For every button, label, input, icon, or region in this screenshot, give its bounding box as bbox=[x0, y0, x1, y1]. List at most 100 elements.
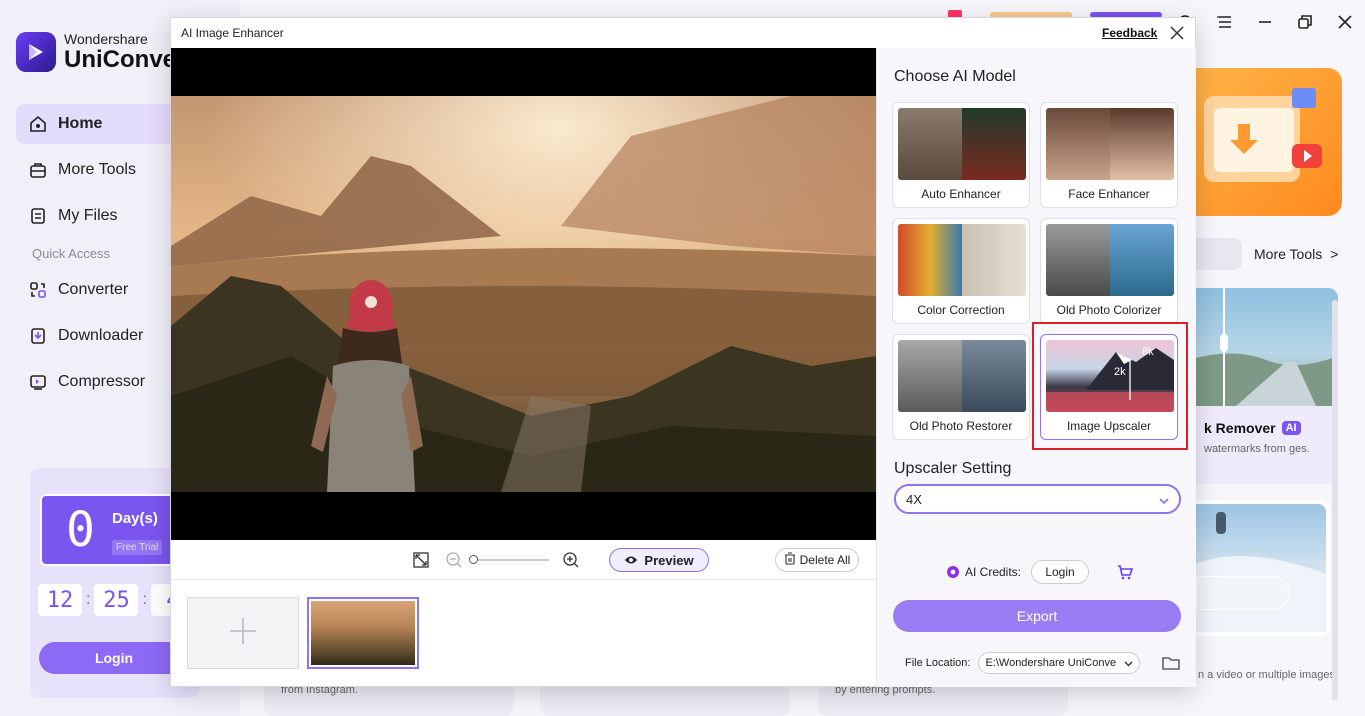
downloader-icon bbox=[28, 326, 48, 346]
zoom-slider[interactable] bbox=[469, 555, 549, 564]
fit-screen-icon[interactable] bbox=[411, 550, 431, 570]
export-button[interactable]: Export bbox=[893, 600, 1181, 632]
watermark-remover-card[interactable]: k Remover AI watermarks from ges. bbox=[1196, 288, 1338, 484]
ai-badge: AI bbox=[1281, 421, 1301, 435]
upscaler-setting-title: Upscaler Setting bbox=[894, 460, 1012, 477]
folder-icon[interactable] bbox=[1162, 655, 1181, 671]
timer-minutes: 25 bbox=[94, 584, 139, 616]
trial-days-label: Day(s) bbox=[112, 510, 158, 527]
trash-icon bbox=[784, 552, 796, 568]
chevron-down-icon bbox=[1124, 659, 1133, 671]
model-auto-enhancer[interactable]: Auto Enhancer bbox=[892, 102, 1030, 208]
ai-credits-row: AI Credits: Login bbox=[947, 560, 1134, 584]
watermark-remover-title-text: k Remover bbox=[1204, 420, 1276, 436]
compressor-icon bbox=[28, 372, 48, 392]
thumbnail-strip bbox=[171, 581, 876, 687]
model-label: Face Enhancer bbox=[1068, 187, 1150, 201]
sidebar-item-label: Converter bbox=[58, 281, 129, 298]
model-face-enhancer[interactable]: Face Enhancer bbox=[1040, 102, 1178, 208]
brand-line2: UniConve bbox=[64, 46, 177, 73]
trial-login-button[interactable]: Login bbox=[39, 642, 189, 674]
preview-image bbox=[171, 96, 876, 492]
file-location-label: File Location: bbox=[905, 657, 971, 669]
brand-line1: Wondershare bbox=[64, 31, 148, 47]
ai-image-enhancer-dialog: AI Image Enhancer Feedback Preview Delet… bbox=[170, 17, 1196, 687]
snow-card-desc: n a video or multiple images. bbox=[1198, 669, 1339, 681]
chevron-right-icon: > bbox=[1330, 246, 1339, 262]
cart-icon[interactable] bbox=[1117, 564, 1134, 580]
image-upscaler-highlight-box bbox=[1032, 322, 1188, 450]
snow-toggle-pill bbox=[1196, 576, 1290, 610]
color-correction-image bbox=[898, 224, 1026, 296]
sidebar-item-label: Compressor bbox=[58, 373, 146, 390]
zoom-out-icon[interactable] bbox=[444, 550, 464, 570]
sidebar-item-label: More Tools bbox=[58, 161, 136, 178]
old-photo-colorizer-image bbox=[1046, 224, 1174, 296]
feedback-link[interactable]: Feedback bbox=[1102, 26, 1157, 40]
file-location-select[interactable]: E:\Wondershare UniConve bbox=[978, 652, 1141, 674]
converter-icon bbox=[28, 280, 48, 300]
home-icon bbox=[28, 114, 48, 134]
auto-enhancer-image bbox=[898, 108, 1026, 180]
model-old-photo-restorer[interactable]: Old Photo Restorer bbox=[892, 334, 1030, 440]
watermark-remover-desc: watermarks from ges. bbox=[1204, 443, 1310, 455]
model-label: Old Photo Restorer bbox=[909, 419, 1013, 433]
close-dialog-icon[interactable] bbox=[1167, 23, 1187, 43]
preview-button[interactable]: Preview bbox=[609, 548, 709, 572]
delete-all-button[interactable]: Delete All bbox=[775, 548, 859, 572]
model-label: Color Correction bbox=[917, 303, 1005, 317]
choose-ai-model-title: Choose AI Model bbox=[894, 68, 1016, 85]
downloader-banner[interactable] bbox=[1196, 68, 1342, 216]
free-trial-badge: Free Trial bbox=[112, 540, 163, 555]
close-window-icon[interactable] bbox=[1335, 12, 1355, 32]
snow-feature-card[interactable] bbox=[1196, 500, 1330, 636]
preview-toolbar: Preview Delete All bbox=[171, 540, 876, 580]
upscaler-scale-select[interactable]: 4X bbox=[894, 484, 1181, 514]
sidebar-item-label: Downloader bbox=[58, 327, 144, 344]
zoom-slider-handle[interactable] bbox=[469, 555, 478, 564]
brand: Wondershare UniConve bbox=[16, 32, 176, 72]
old-photo-restorer-image bbox=[898, 340, 1026, 412]
watermark-remover-title: k Remover AI bbox=[1204, 420, 1301, 436]
zoom-in-icon[interactable] bbox=[561, 550, 581, 570]
model-old-photo-colorizer[interactable]: Old Photo Colorizer bbox=[1040, 218, 1178, 324]
image-preview-area bbox=[171, 48, 876, 540]
file-icon bbox=[28, 206, 48, 226]
minimize-icon[interactable] bbox=[1255, 12, 1275, 32]
menu-icon[interactable] bbox=[1215, 12, 1235, 32]
main-scrollbar[interactable] bbox=[1332, 300, 1338, 700]
eye-icon bbox=[624, 553, 638, 568]
file-location-value: E:\Wondershare UniConve bbox=[985, 657, 1117, 669]
preview-button-label: Preview bbox=[644, 552, 694, 568]
credits-login-button[interactable]: Login bbox=[1031, 560, 1090, 584]
search-strip bbox=[1196, 238, 1242, 270]
chevron-down-icon bbox=[1159, 494, 1169, 505]
delete-all-label: Delete All bbox=[799, 553, 851, 567]
timer-hours: 12 bbox=[38, 584, 82, 616]
thumbnail-image bbox=[311, 601, 415, 665]
toolbox-icon bbox=[28, 160, 48, 180]
file-location-row: File Location: E:\Wondershare UniConve bbox=[905, 652, 1181, 674]
sidebar-item-label: Home bbox=[58, 115, 103, 132]
face-enhancer-image bbox=[1046, 108, 1174, 180]
model-label: Auto Enhancer bbox=[921, 187, 1001, 201]
image-thumbnail[interactable] bbox=[307, 597, 419, 669]
ai-credit-icon bbox=[947, 566, 959, 578]
uniconverter-logo-icon bbox=[16, 32, 56, 72]
sidebar-item-label: My Files bbox=[58, 207, 118, 224]
add-image-button[interactable] bbox=[187, 597, 299, 669]
window-controls bbox=[1175, 12, 1355, 32]
trial-days-count: 0 bbox=[66, 502, 95, 558]
model-label: Old Photo Colorizer bbox=[1056, 303, 1162, 317]
snow-feature-image bbox=[1196, 504, 1326, 632]
plus-icon bbox=[228, 616, 258, 651]
model-color-correction[interactable]: Color Correction bbox=[892, 218, 1030, 324]
dialog-title: AI Image Enhancer bbox=[181, 26, 284, 40]
more-tools-link-label: More Tools bbox=[1254, 246, 1323, 262]
upscaler-scale-value: 4X bbox=[906, 491, 922, 507]
watermark-remover-image bbox=[1196, 288, 1338, 406]
more-tools-link[interactable]: More Tools > bbox=[1254, 246, 1338, 262]
ai-credits-label: AI Credits: bbox=[965, 565, 1022, 579]
restore-icon[interactable] bbox=[1295, 12, 1315, 32]
ai-model-panel: Choose AI Model Auto Enhancer Face Enhan… bbox=[876, 48, 1196, 687]
